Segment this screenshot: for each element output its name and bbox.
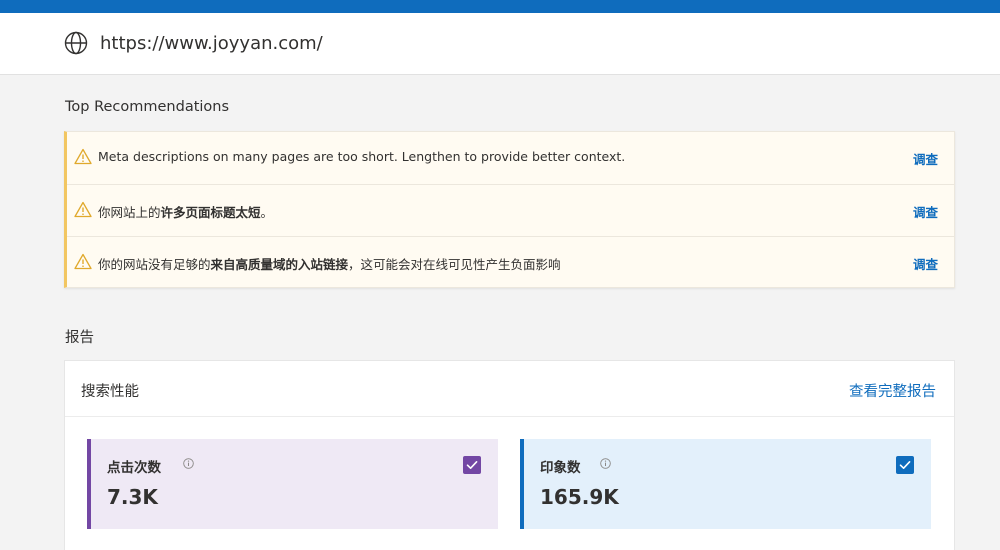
investigate-link[interactable]: 调查: [913, 254, 938, 273]
globe-icon: [64, 31, 88, 55]
site-url[interactable]: https://www.joyyan.com/: [100, 33, 323, 54]
top-accent-bar: [0, 0, 1000, 13]
investigate-link[interactable]: 调查: [913, 149, 938, 168]
info-icon[interactable]: [183, 458, 194, 469]
view-full-report-link[interactable]: 查看完整报告: [849, 380, 936, 401]
investigate-link[interactable]: 调查: [913, 202, 938, 221]
warning-icon: [74, 201, 92, 218]
recommendation-item: 你的网站没有足够的来自高质量域的入站链接，这可能会对在线可见性产生负面影响 调查: [67, 236, 954, 288]
metric-value: 165.9K: [540, 485, 619, 509]
metric-clicks-tile[interactable]: 点击次数 7.3K: [87, 439, 498, 529]
warning-icon: [74, 253, 92, 270]
checkbox-checked-icon[interactable]: [896, 456, 914, 474]
reports-title: 报告: [65, 330, 94, 346]
metric-label: 印象数: [540, 460, 581, 476]
recommendations-panel: Meta descriptions on many pages are too …: [64, 131, 955, 288]
recommendation-text: 你的网站没有足够的来自高质量域的入站链接，这可能会对在线可见性产生负面影响: [98, 257, 561, 272]
search-performance-card: 搜索性能 查看完整报告 点击次数 7.3K 印象数 165.9K: [64, 360, 955, 550]
metric-impressions-tile[interactable]: 印象数 165.9K: [520, 439, 931, 529]
recommendation-item: 你网站上的许多页面标题太短。 调查: [67, 184, 954, 236]
card-header: 搜索性能 查看完整报告: [65, 361, 954, 417]
info-icon[interactable]: [600, 458, 611, 469]
recommendation-text: Meta descriptions on many pages are too …: [98, 149, 626, 164]
recommendation-text: 你网站上的许多页面标题太短。: [98, 205, 274, 220]
warning-icon: [74, 148, 92, 165]
address-bar: https://www.joyyan.com/: [0, 13, 1000, 75]
recommendation-item: Meta descriptions on many pages are too …: [67, 132, 954, 184]
card-title: 搜索性能: [81, 384, 139, 400]
recommendations-title: Top Recommendations: [65, 99, 230, 115]
metric-value: 7.3K: [107, 485, 158, 509]
metric-label: 点击次数: [107, 460, 161, 476]
checkbox-checked-icon[interactable]: [463, 456, 481, 474]
